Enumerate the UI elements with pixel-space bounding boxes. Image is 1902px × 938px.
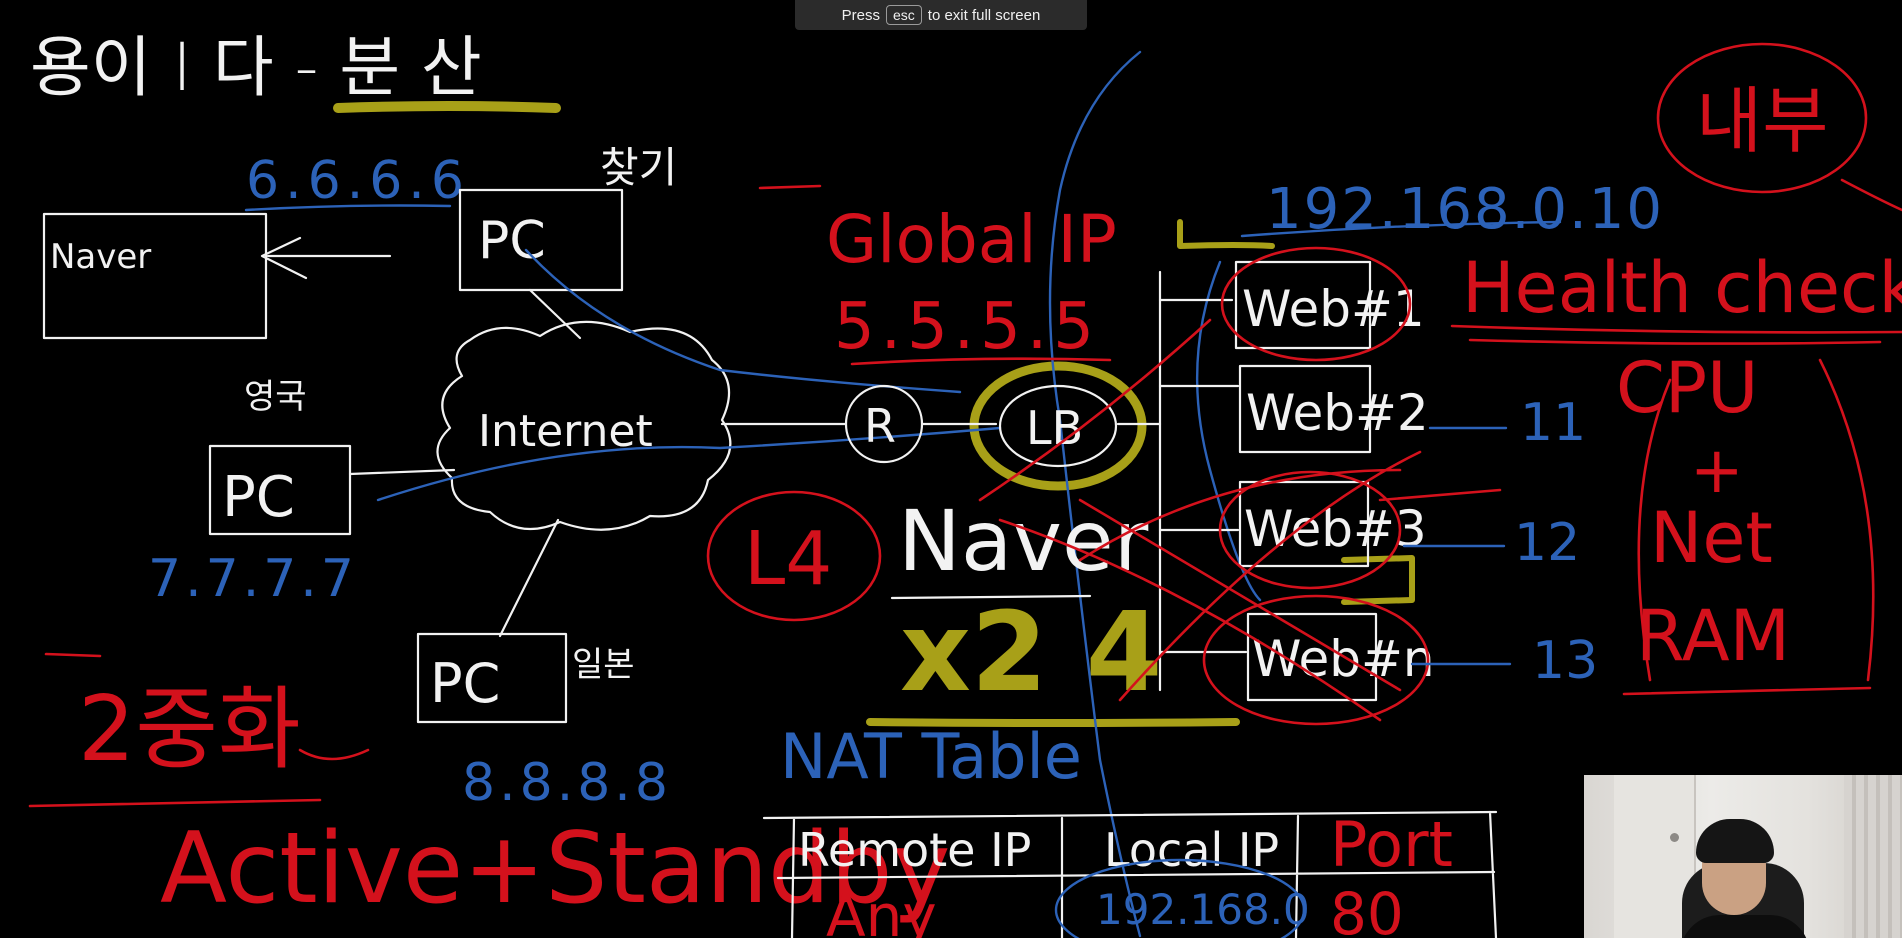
nat-row-remote-ip: Any <box>826 882 937 938</box>
web-server-4: Web#n <box>1252 630 1435 688</box>
nat-header-port: Port <box>1330 808 1453 881</box>
arrow-pc-to-naver <box>260 236 392 280</box>
fullscreen-banner: Press esc to exit full screen <box>795 0 1087 30</box>
presenter-webcam[interactable] <box>1584 775 1902 938</box>
webcam-door-knob <box>1670 833 1679 842</box>
page-heading: 용이 I 다 - 분 산 <box>30 29 482 106</box>
webcam-background-curtain <box>1844 775 1902 938</box>
pc-top-note: 찾기 <box>600 143 677 192</box>
pc-bottom-note: 일본 <box>572 645 635 685</box>
blue-route-left <box>376 426 1002 502</box>
pc-bottom-label: PC <box>430 652 500 715</box>
heading-underline-highlight <box>333 101 561 113</box>
nat-row-port: 80 <box>1330 880 1404 938</box>
nat-row-local-ip: 192.168.0 <box>1096 885 1310 934</box>
presenter-hair <box>1696 819 1774 863</box>
web-server-2: Web#2 <box>1246 384 1429 442</box>
link-pc-left-internet <box>348 468 456 476</box>
global-ip-value: 5.5.5.5 <box>834 290 1100 364</box>
health-item-ram: RAM <box>1636 595 1790 677</box>
internal-label: 내부 <box>1696 79 1828 163</box>
router-label: R <box>864 399 896 453</box>
pc-top-ip: 6.6.6.6 <box>246 151 470 211</box>
esc-key-badge[interactable]: esc <box>885 5 922 25</box>
global-ip-tick <box>758 184 822 190</box>
pc-top-label: PC <box>478 211 546 271</box>
redundancy-tick <box>44 652 102 658</box>
health-item-net: Net <box>1650 497 1773 579</box>
l4-label: L4 <box>744 516 832 602</box>
web-server-1: Web#1 <box>1242 280 1425 338</box>
web-ip-3: 13 <box>1532 631 1598 691</box>
link-pc-bottom-internet <box>498 518 560 638</box>
pc-bottom-ip: 8.8.8.8 <box>462 753 672 813</box>
health-check-label: Health check <box>1462 247 1902 329</box>
web-ip-2: 12 <box>1514 513 1580 573</box>
pc-left-ip: 7.7.7.7 <box>148 549 358 609</box>
fullscreen-banner-prefix: Press <box>841 6 880 24</box>
redundancy-underline <box>28 798 322 808</box>
global-ip-label: Global IP <box>826 201 1117 278</box>
redundancy-label: 2중화 <box>78 677 301 782</box>
fullscreen-banner-suffix: to exit full screen <box>927 6 1041 24</box>
redundancy-bracket <box>298 748 370 761</box>
web-ip-1: 11 <box>1520 393 1586 453</box>
naver-app-label: Naver <box>50 237 151 277</box>
private-ip: 192.168.0.10 <box>1266 177 1664 242</box>
screen-share-stage: x2 4 용이 I 다 - 분 산 6.6.6.6 찾기 Naver PC 영국… <box>0 0 1902 938</box>
health-item-cpu: CPU <box>1616 347 1758 429</box>
pc-left-note: 영국 <box>244 377 307 417</box>
nat-header-remote-ip: Remote IP <box>798 823 1031 877</box>
internal-connector <box>1840 178 1902 212</box>
link-pc-top-internet <box>528 288 582 340</box>
pc-left-label: PC <box>222 465 295 530</box>
nat-table-title: NAT Table <box>780 720 1082 793</box>
